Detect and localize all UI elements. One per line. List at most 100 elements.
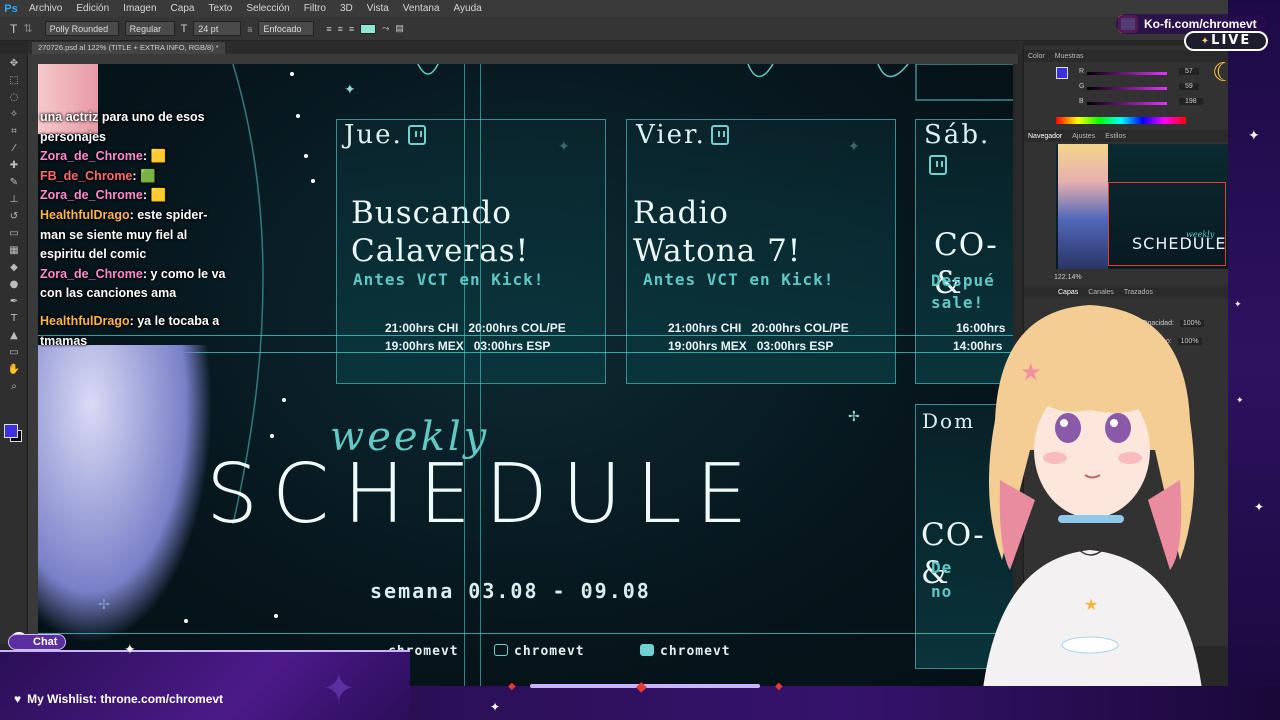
tab-color[interactable]: Color (1028, 53, 1045, 60)
r-value[interactable]: 57 (1179, 68, 1199, 75)
layers-tabs: Capas Canales Trazados (1024, 286, 1229, 298)
move-tool-icon[interactable]: ✥ (5, 57, 23, 71)
tab-navigator[interactable]: Navegador (1028, 133, 1062, 140)
tab-styles[interactable]: Estilos (1105, 133, 1126, 140)
pen-tool-icon[interactable]: ✒ (5, 295, 23, 309)
card-day: Vier. (636, 120, 729, 150)
gradient-tool-icon[interactable]: ▦ (5, 244, 23, 258)
b-value[interactable]: 198 (1179, 98, 1203, 105)
tab-swatches[interactable]: Muestras (1055, 53, 1084, 60)
healing-brush-icon[interactable]: ✚ (5, 159, 23, 173)
chat-message: Zora_de_Chrome: y como le va con las can… (40, 266, 226, 301)
chat-message: HealthfulDrago: ya le tocaba a tmamas (40, 313, 220, 348)
path-select-icon[interactable]: ▲ (5, 329, 23, 343)
eyedropper-icon[interactable]: ⁄ (5, 142, 23, 156)
marquee-tool-icon[interactable]: ⬚ (5, 74, 23, 88)
sparkle-icon: ✦ (124, 642, 136, 658)
menu-ventana[interactable]: Ventana (396, 3, 447, 14)
orientation-icon[interactable]: ⇅ (23, 22, 32, 35)
star-dot (296, 114, 300, 118)
star-dot (290, 72, 294, 76)
sparkle-icon: ✦ (1254, 500, 1265, 514)
menu-imagen[interactable]: Imagen (116, 3, 163, 14)
sparkle-icon: ✦ (1248, 128, 1260, 144)
magic-wand-icon[interactable]: ✧ (5, 108, 23, 122)
navigator-thumbnail[interactable]: weekly SCHEDULE (1056, 144, 1228, 269)
antialias-icon: a (247, 23, 253, 34)
lasso-tool-icon[interactable]: ◌ (5, 91, 23, 105)
stream-frame-bottom: ✦ ✦ (0, 642, 410, 720)
tab-adjustments[interactable]: Ajustes (1072, 133, 1095, 140)
foreground-color-swatch[interactable] (4, 424, 18, 438)
brush-tool-icon[interactable]: ✎ (5, 176, 23, 190)
tab-paths[interactable]: Trazados (1124, 289, 1153, 296)
document-tabs: 270726.psd al 122% (TITLE + EXTRA INFO, … (28, 41, 1023, 54)
star-dot (274, 614, 278, 618)
chat-message: una actriz para uno de esos personajes (40, 110, 205, 144)
align-left-icon[interactable]: ≡ (326, 24, 331, 34)
guide-vertical (464, 64, 465, 686)
horizontal-ruler (28, 54, 1018, 64)
menu-ayuda[interactable]: Ayuda (447, 3, 489, 14)
navigator-zoom[interactable]: 122.14% (1054, 274, 1082, 281)
hand-tool-icon[interactable]: ✋ (5, 363, 23, 377)
history-brush-icon[interactable]: ↺ (5, 210, 23, 224)
stamp-tool-icon[interactable]: ⊥ (5, 193, 23, 207)
menu-vista[interactable]: Vista (360, 3, 396, 14)
menu-filtro[interactable]: Filtro (297, 3, 333, 14)
eraser-icon[interactable]: ▭ (5, 227, 23, 241)
text-tool-icon[interactable]: T (10, 22, 17, 36)
text-color-swatch[interactable] (360, 23, 377, 34)
twitch-icon (929, 155, 947, 175)
chat-message: HealthfulDrago: este spider-man se sient… (40, 207, 208, 262)
tab-channels[interactable]: Canales (1088, 289, 1114, 296)
card-subtitle: Antes VCT en Kick! (353, 270, 545, 289)
font-style-select[interactable]: Regular (124, 21, 175, 36)
shape-tool-icon[interactable]: ▭ (5, 346, 23, 360)
menu-3d[interactable]: 3D (333, 3, 360, 14)
chat-message: FB_de_Chrome: 🟩 (40, 168, 156, 183)
antialias-select[interactable]: Enfocado (258, 21, 315, 36)
star-dot (282, 398, 286, 402)
star-dot (270, 434, 274, 438)
tab-layers[interactable]: Capas (1058, 289, 1078, 296)
align-right-icon[interactable]: ≡ (349, 24, 354, 34)
emote-icon: 🟩 (140, 168, 156, 183)
options-bar: T ⇅ Polly Rounded Regular T 24 pt a Enfo… (0, 17, 1280, 41)
document-tab[interactable]: 270726.psd al 122% (TITLE + EXTRA INFO, … (32, 41, 225, 54)
social-handle-youtube: chromevt (640, 644, 731, 659)
dodge-tool-icon[interactable]: ● (5, 278, 23, 292)
card-title: Radio Watona 7! (633, 195, 802, 269)
menu-edicion[interactable]: Edición (69, 3, 116, 14)
color-panel-tabs: Color Muestras (1024, 50, 1228, 62)
menu-texto[interactable]: Texto (201, 3, 239, 14)
type-tool-icon[interactable]: T (5, 312, 23, 326)
svg-text:★: ★ (1084, 595, 1098, 614)
navigator-tabs: Navegador Ajustes Estilos (1024, 130, 1229, 142)
chat-button[interactable]: Chat (8, 634, 67, 650)
twitch-icon (407, 125, 426, 145)
fg-color-chip[interactable] (1056, 67, 1068, 79)
color-spectrum[interactable] (1056, 117, 1186, 124)
sparkle-icon: ✦ (322, 666, 356, 712)
menu-capa[interactable]: Capa (164, 3, 202, 14)
crop-tool-icon[interactable]: ⌗ (5, 125, 23, 139)
align-center-icon[interactable]: ≡ (338, 24, 343, 34)
sparkle-icon: ✢ (848, 409, 860, 425)
menu-archivo[interactable]: Archivo (22, 3, 69, 14)
vtuber-avatar: ★ ★ (980, 305, 1205, 720)
warp-text-icon[interactable]: ⤳ (382, 23, 389, 34)
blur-tool-icon[interactable]: ◆ (5, 261, 23, 275)
nav-schedule: SCHEDULE (1132, 234, 1227, 253)
font-family-select[interactable]: Polly Rounded (44, 21, 119, 36)
zoom-tool-icon[interactable]: ⌕ (5, 380, 23, 394)
svg-text:★: ★ (1020, 358, 1042, 386)
font-size-field[interactable]: 24 pt (193, 21, 242, 36)
navigator-view-box[interactable] (1108, 182, 1226, 266)
chat-message: Zora_de_Chrome: 🟨 (40, 149, 167, 164)
g-value[interactable]: 59 (1179, 83, 1199, 90)
menu-seleccion[interactable]: Selección (239, 3, 296, 14)
panels-toggle-icon[interactable]: ▤ (395, 23, 404, 34)
rgb-sliders: R 57 G 59 B 198 (1079, 68, 1203, 113)
app-window: Ps Archivo Edición Imagen Capa Texto Sel… (0, 0, 1280, 720)
